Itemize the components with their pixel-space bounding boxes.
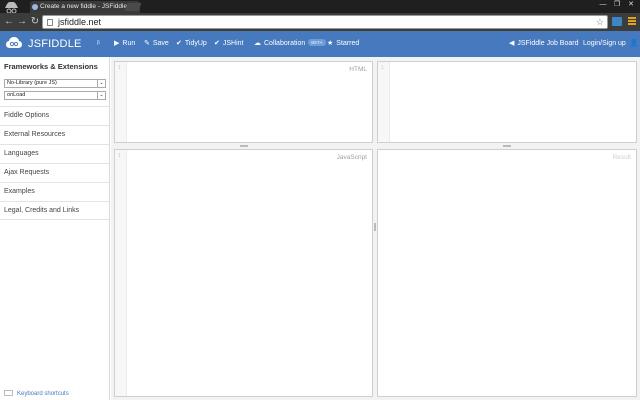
save-button[interactable]: ✎ Save (144, 31, 169, 57)
line-number: 1 (381, 65, 384, 71)
sidebar-item-fiddle-options[interactable]: Fiddle Options (0, 106, 109, 125)
job-board-label: JSFiddle Job Board (517, 40, 579, 47)
javascript-panel-label: JavaScript (336, 154, 367, 161)
minimize-window-button[interactable]: — (597, 0, 609, 10)
load-type-select-value: onLoad (7, 92, 26, 98)
editor-workspace: 1 HTML 1 1 JavaScript Result (111, 57, 640, 400)
cloud-icon: ☁ (254, 40, 261, 47)
login-signup-link[interactable]: Login/Sign up 👤 (583, 31, 639, 57)
sidebar-item-external-resources[interactable]: External Resources (0, 125, 109, 144)
jshint-button[interactable]: ✔ JSHint (214, 31, 244, 57)
line-number: 1 (118, 153, 121, 159)
run-label: Run (122, 40, 136, 47)
browser-menu-icon[interactable] (628, 17, 636, 26)
horizontal-resize-handle[interactable] (240, 145, 248, 147)
jshint-label: JSHint (222, 40, 244, 47)
tab-title: Create a new fiddle - JSFiddle (40, 3, 128, 10)
library-select-value: No-Library (pure JS) (7, 80, 57, 86)
keyboard-shortcuts-link[interactable]: Keyboard shortcuts (4, 390, 69, 397)
starred-label: Starred (336, 40, 360, 47)
jsfiddle-logo-text[interactable]: JSFIDDLE (28, 31, 82, 57)
forward-button[interactable]: → (16, 16, 28, 28)
maximize-window-button[interactable]: ❐ (611, 0, 623, 10)
extension-icon[interactable] (612, 17, 622, 26)
check-icon: ✔ (176, 40, 182, 47)
close-window-button[interactable]: ✕ (625, 0, 637, 10)
sidebar-item-legal-credits[interactable]: Legal, Credits and Links (0, 201, 109, 220)
browser-toolbar: ← → ↻ jsfiddle.net ☆ (0, 13, 640, 31)
line-gutter: 1 (378, 62, 390, 142)
tidyup-label: TidyUp (184, 40, 207, 47)
beta-badge: BETA (308, 39, 326, 46)
html-panel-label: HTML (349, 66, 367, 73)
chevron-down-icon: ⌄ (97, 80, 105, 87)
library-select[interactable]: No-Library (pure JS) ⌄ (4, 79, 106, 88)
result-panel-label: Result (612, 154, 631, 161)
vertical-resize-handle[interactable] (374, 223, 376, 231)
keyboard-shortcuts-label: Keyboard shortcuts (17, 391, 69, 397)
html-editor-panel[interactable]: 1 HTML (114, 61, 373, 143)
result-panel[interactable]: Result (377, 149, 637, 397)
sidebar: Frameworks & Extensions No-Library (pure… (0, 57, 110, 400)
browser-tab[interactable]: Create a new fiddle - JSFiddle × (30, 1, 140, 13)
jsfiddle-favicon-icon (32, 4, 38, 10)
collaboration-button[interactable]: ☁ Collaboration BETA (254, 31, 326, 57)
jsfiddle-cloud-logo-icon (6, 37, 22, 48)
check-icon: ✔ (214, 40, 220, 47)
incognito-icon (5, 2, 18, 13)
line-number: 1 (118, 65, 121, 71)
login-label: Login/Sign up (583, 40, 626, 47)
user-icon: 👤 (629, 40, 639, 47)
keyboard-icon (4, 390, 13, 396)
save-label: Save (152, 40, 169, 47)
megaphone-icon: ◀ (509, 40, 515, 47)
star-icon: ★ (327, 40, 334, 47)
run-button[interactable]: ▶ Run (114, 31, 135, 57)
reload-button[interactable]: ↻ (29, 16, 41, 28)
play-icon: ▶ (114, 40, 120, 47)
job-board-link[interactable]: ◀ JSFiddle Job Board (509, 31, 578, 57)
app-header: JSFIDDLE β ▶ Run ✎ Save ✔ TidyUp ✔ JSHint ☁ C… (0, 31, 640, 57)
starred-button[interactable]: ★ Starred (327, 31, 359, 57)
sidebar-item-languages[interactable]: Languages (0, 144, 109, 163)
css-editor-panel[interactable]: 1 (377, 61, 637, 143)
tidyup-button[interactable]: ✔ TidyUp (176, 31, 207, 57)
new-tab-button[interactable] (124, 3, 142, 11)
browser-tab-bar: Create a new fiddle - JSFiddle × — ❐ ✕ (0, 0, 640, 13)
back-button[interactable]: ← (3, 16, 15, 28)
javascript-editor-panel[interactable]: 1 JavaScript (114, 149, 373, 397)
logo-beta-mark: β (97, 40, 100, 46)
pencil-icon: ✎ (144, 40, 150, 47)
sidebar-item-examples[interactable]: Examples (0, 182, 109, 201)
page-icon (47, 19, 53, 26)
line-gutter: 1 (115, 62, 127, 142)
sidebar-item-ajax-requests[interactable]: Ajax Requests (0, 163, 109, 182)
address-bar[interactable]: jsfiddle.net ☆ (42, 15, 608, 29)
horizontal-resize-handle[interactable] (503, 145, 511, 147)
collaboration-label: Collaboration (264, 40, 306, 47)
url-text: jsfiddle.net (58, 17, 102, 27)
frameworks-title: Frameworks & Extensions (4, 62, 98, 71)
load-type-select[interactable]: onLoad ⌄ (4, 91, 106, 100)
bookmark-star-icon[interactable]: ☆ (596, 16, 604, 28)
line-gutter: 1 (115, 150, 127, 396)
chevron-down-icon: ⌄ (97, 92, 105, 99)
